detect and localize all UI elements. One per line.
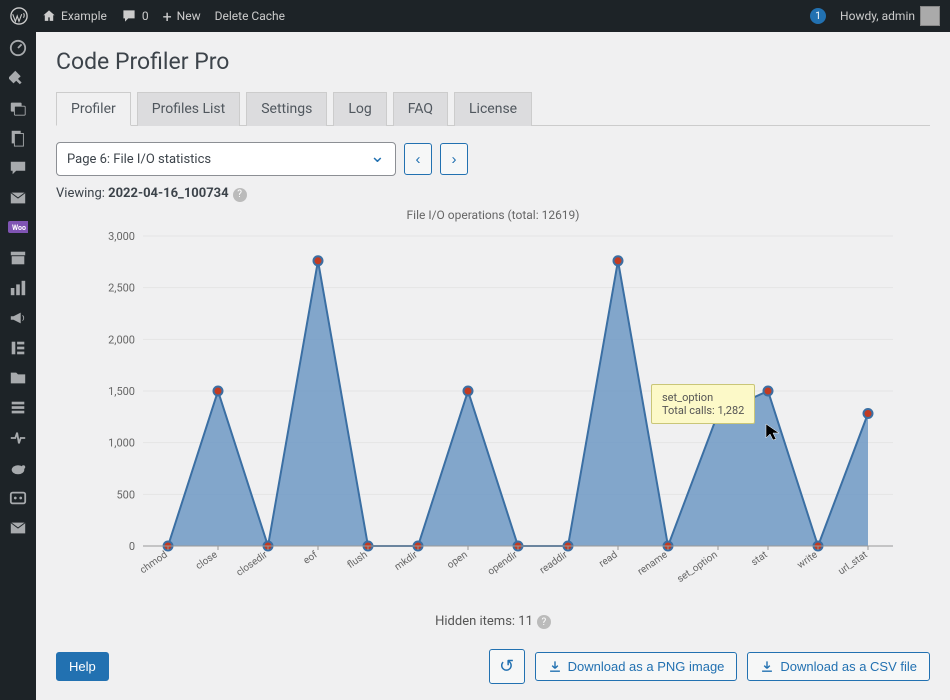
admin-bar: Example 0 +New Delete Cache 1 Howdy, adm… xyxy=(0,0,950,32)
chart-title: File I/O operations (total: 12619) xyxy=(56,208,930,222)
page-title: Code Profiler Pro xyxy=(56,48,930,75)
woo-icon[interactable]: Woo xyxy=(8,218,28,238)
comments-icon[interactable] xyxy=(8,158,28,178)
controls-icon[interactable] xyxy=(8,488,28,508)
site-name[interactable]: Example xyxy=(42,9,107,23)
svg-text:closedir: closedir xyxy=(234,549,270,579)
main-content: Code Profiler Pro Profiler Profiles List… xyxy=(36,32,950,700)
media-icon[interactable] xyxy=(8,98,28,118)
download-icon xyxy=(760,660,774,674)
pin-icon[interactable] xyxy=(8,68,28,88)
delete-cache-link[interactable]: Delete Cache xyxy=(215,9,285,23)
tab-profiles-list[interactable]: Profiles List xyxy=(137,92,240,126)
pages-icon[interactable] xyxy=(8,128,28,148)
mail2-icon[interactable] xyxy=(8,518,28,538)
svg-text:flush: flush xyxy=(345,548,370,570)
svg-text:url_stat: url_stat xyxy=(836,549,869,577)
help-icon[interactable]: ? xyxy=(233,188,247,202)
page-select[interactable]: Page 6: File I/O statistics xyxy=(56,142,396,176)
svg-text:readdir: readdir xyxy=(538,549,570,576)
comments-link[interactable]: 0 xyxy=(121,8,149,24)
elementor-icon[interactable] xyxy=(8,338,28,358)
tab-log[interactable]: Log xyxy=(333,92,386,126)
new-link[interactable]: +New xyxy=(163,7,201,26)
svg-text:open: open xyxy=(445,549,469,571)
tab-settings[interactable]: Settings xyxy=(246,92,327,126)
admin-sidebar: Woo xyxy=(0,32,36,700)
svg-text:2,000: 2,000 xyxy=(108,333,135,346)
help-button[interactable]: Help xyxy=(56,652,109,681)
avatar-icon xyxy=(920,6,940,26)
prev-page-button[interactable]: ‹ xyxy=(404,143,432,175)
update-badge[interactable]: 1 xyxy=(810,8,826,24)
svg-text:rename: rename xyxy=(636,549,670,577)
svg-text:close: close xyxy=(194,549,220,572)
svg-text:write: write xyxy=(795,549,819,571)
layers-icon[interactable] xyxy=(8,398,28,418)
svg-text:1,500: 1,500 xyxy=(108,385,135,398)
download-png-button[interactable]: Download as a PNG image xyxy=(535,652,738,681)
svg-text:Woo: Woo xyxy=(12,224,26,232)
help-icon[interactable]: ? xyxy=(537,615,551,629)
chart-svg[interactable]: 0 500 1,000 1,500 2,000 2,500 3,000 chmod closec… xyxy=(83,226,903,606)
hidden-items-label: Hidden items: 11? xyxy=(56,614,930,630)
svg-text:1,000: 1,000 xyxy=(108,436,135,449)
account-greeting[interactable]: Howdy, admin xyxy=(840,6,940,26)
turtle-icon[interactable] xyxy=(8,458,28,478)
archive-icon[interactable] xyxy=(8,248,28,268)
chart-container: File I/O operations (total: 12619) 0 500 1… xyxy=(56,208,930,606)
chart-tooltip: set_option Total calls: 1,282 xyxy=(651,384,755,424)
svg-text:eof: eof xyxy=(301,548,320,566)
megaphone-icon[interactable] xyxy=(8,308,28,328)
reset-icon: ↺ xyxy=(499,656,514,677)
next-page-button[interactable]: › xyxy=(440,143,468,175)
tab-license[interactable]: License xyxy=(454,92,532,126)
wp-logo-icon[interactable] xyxy=(10,7,28,25)
cursor-icon xyxy=(764,422,784,442)
tab-bar: Profiler Profiles List Settings Log FAQ … xyxy=(56,91,930,126)
svg-text:stat: stat xyxy=(749,549,769,568)
svg-text:mkdir: mkdir xyxy=(393,549,420,573)
reset-button[interactable]: ↺ xyxy=(489,649,525,684)
folder-icon[interactable] xyxy=(8,368,28,388)
download-csv-button[interactable]: Download as a CSV file xyxy=(747,652,930,681)
svg-text:set_option: set_option xyxy=(675,549,719,585)
svg-text:2,500: 2,500 xyxy=(108,281,135,294)
speed-icon[interactable] xyxy=(8,428,28,448)
svg-text:read: read xyxy=(597,549,619,569)
svg-text:3,000: 3,000 xyxy=(108,230,135,243)
svg-text:chmod: chmod xyxy=(138,549,170,576)
mail-icon[interactable] xyxy=(8,188,28,208)
download-icon xyxy=(548,660,562,674)
dashboard-icon[interactable] xyxy=(8,38,28,58)
svg-text:500: 500 xyxy=(116,488,135,501)
svg-text:opendir: opendir xyxy=(486,549,520,578)
svg-text:0: 0 xyxy=(129,540,135,553)
stats-icon[interactable] xyxy=(8,278,28,298)
tab-faq[interactable]: FAQ xyxy=(393,92,448,126)
viewing-label: Viewing: 2022-04-16_100734? xyxy=(56,186,930,202)
tab-profiler[interactable]: Profiler xyxy=(56,92,131,126)
